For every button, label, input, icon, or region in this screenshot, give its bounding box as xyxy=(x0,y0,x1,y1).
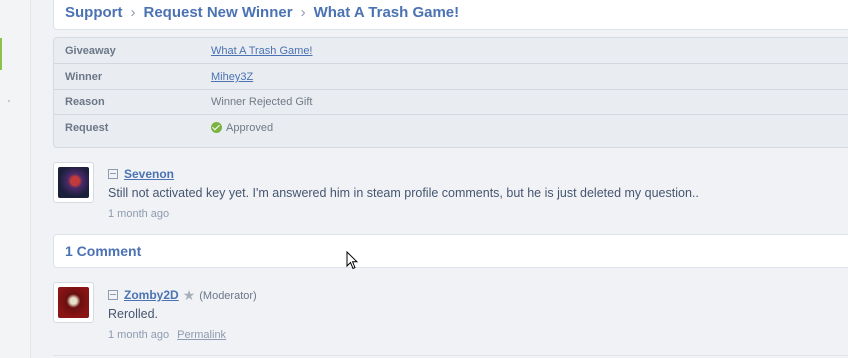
request-status: Approved xyxy=(211,122,273,134)
avatar[interactable] xyxy=(53,282,94,323)
table-row-giveaway: Giveaway What A Trash Game! xyxy=(54,38,848,64)
role-badge: (Moderator) xyxy=(199,290,257,302)
row-label: Giveaway xyxy=(65,45,116,57)
permalink-link[interactable]: Permalink xyxy=(177,329,226,341)
breadcrumb-separator: › xyxy=(300,4,306,21)
comment-header: Zomby2D ★ (Moderator) xyxy=(108,286,257,304)
left-sidebar-strip xyxy=(0,0,31,358)
table-row-reason: Reason Winner Rejected Gift xyxy=(54,89,848,115)
active-indicator xyxy=(0,38,2,70)
breadcrumb-request-new-winner[interactable]: Request New Winner xyxy=(144,4,293,21)
breadcrumb: Support › Request New Winner › What A Trash … xyxy=(65,4,459,21)
request-post-time: 1 month ago xyxy=(108,208,170,220)
star-icon: ★ xyxy=(182,287,196,303)
avatar-image xyxy=(58,167,89,198)
mouse-pointer-icon xyxy=(346,251,358,270)
request-post-header: Sevenon xyxy=(108,165,174,183)
divider xyxy=(53,355,848,356)
breadcrumb-separator: › xyxy=(130,4,136,21)
comments-header: 1 Comment xyxy=(53,234,848,268)
comment-time: 1 month ago xyxy=(108,329,170,341)
author-link[interactable]: Zomby2D xyxy=(124,288,179,302)
sidebar-dot xyxy=(8,100,10,102)
status-text: Approved xyxy=(226,122,274,134)
comment-meta: 1 month ago Permalink xyxy=(108,329,226,341)
comments-title: 1 Comment xyxy=(65,243,142,259)
avatar[interactable] xyxy=(53,162,94,203)
winner-link[interactable]: Mihey3Z xyxy=(211,71,253,83)
breadcrumb-bar: Support › Request New Winner › What A Trash … xyxy=(53,0,848,30)
comment-message: Rerolled. xyxy=(108,307,159,321)
avatar-image xyxy=(58,287,89,318)
check-circle-icon xyxy=(211,122,222,133)
row-label: Winner xyxy=(65,71,103,83)
table-row-winner: Winner Mihey3Z xyxy=(54,64,848,90)
collapse-minus-icon[interactable] xyxy=(108,289,118,300)
row-label: Request xyxy=(65,122,109,134)
table-row-request: Request Approved xyxy=(54,115,848,140)
author-link[interactable]: Sevenon xyxy=(124,167,174,181)
request-details-table: Giveaway What A Trash Game! Winner Mihey… xyxy=(53,37,848,148)
breadcrumb-support[interactable]: Support xyxy=(65,4,123,21)
giveaway-link[interactable]: What A Trash Game! xyxy=(211,45,313,57)
request-post-message: Still not activated key yet. I'm answere… xyxy=(108,186,699,200)
row-label: Reason xyxy=(65,96,105,108)
collapse-minus-icon[interactable] xyxy=(108,168,118,179)
breadcrumb-giveaway[interactable]: What A Trash Game! xyxy=(314,4,460,21)
reason-value: Winner Rejected Gift xyxy=(211,96,313,108)
